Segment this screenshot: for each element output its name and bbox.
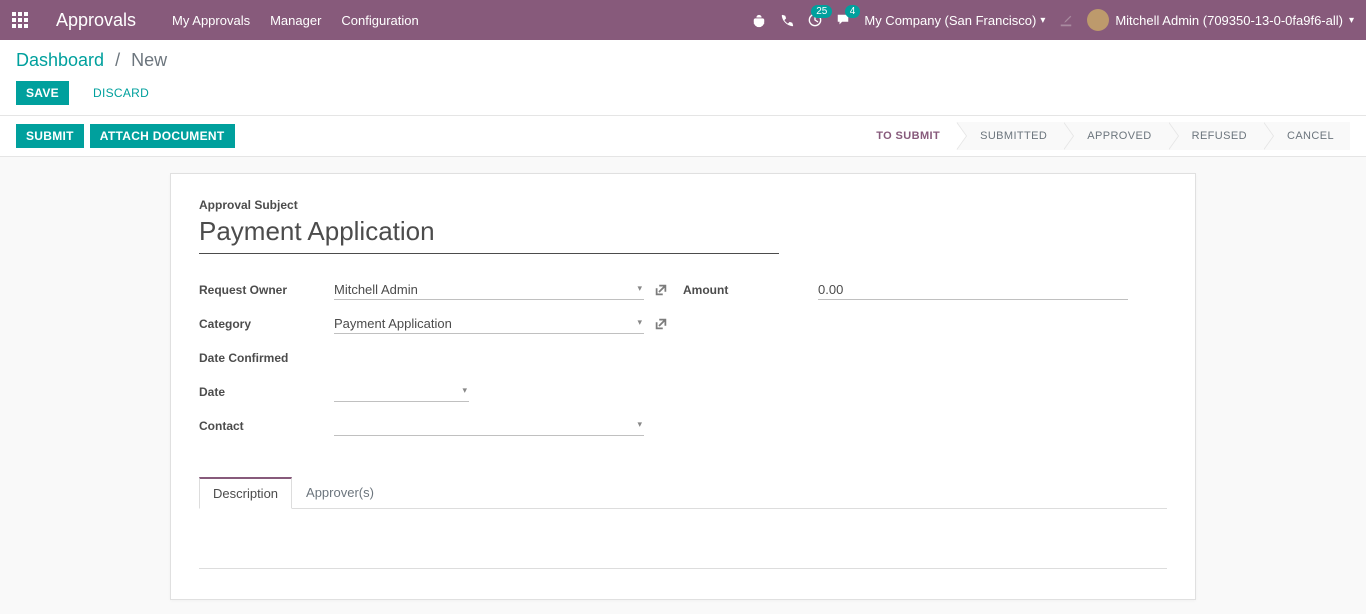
- amount-input[interactable]: [818, 280, 1128, 300]
- date-label: Date: [199, 385, 334, 399]
- request-owner-input[interactable]: [334, 280, 644, 300]
- external-link-icon[interactable]: [654, 317, 668, 332]
- attach-document-button[interactable]: ATTACH DOCUMENT: [90, 124, 235, 148]
- studio-icon[interactable]: [1059, 12, 1073, 28]
- breadcrumb-current: New: [131, 50, 167, 70]
- status-step-cancel[interactable]: CANCEL: [1263, 122, 1350, 150]
- external-link-icon[interactable]: [654, 283, 668, 298]
- status-step-to-submit[interactable]: TO SUBMIT: [860, 122, 956, 150]
- company-name: My Company (San Francisco): [864, 13, 1036, 28]
- tab-approvers[interactable]: Approver(s): [292, 477, 388, 509]
- category-label: Category: [199, 317, 334, 331]
- date-confirmed-label: Date Confirmed: [199, 351, 334, 365]
- request-owner-label: Request Owner: [199, 283, 334, 297]
- app-title: Approvals: [56, 10, 136, 31]
- phone-icon[interactable]: [780, 12, 794, 28]
- discuss-icon[interactable]: 4: [836, 13, 850, 27]
- chevron-down-icon: ▾: [1040, 15, 1045, 26]
- contact-label: Contact: [199, 419, 334, 433]
- approval-subject-input[interactable]: [199, 212, 779, 254]
- save-button[interactable]: SAVE: [16, 81, 69, 105]
- user-menu[interactable]: Mitchell Admin (709350-13-0-0fa9f6-all) …: [1087, 9, 1354, 31]
- nav-my-approvals[interactable]: My Approvals: [172, 13, 250, 28]
- amount-label: Amount: [683, 283, 818, 297]
- status-step-approved[interactable]: APPROVED: [1063, 122, 1167, 150]
- status-step-submitted[interactable]: SUBMITTED: [956, 122, 1063, 150]
- approval-subject-label: Approval Subject: [199, 198, 1167, 212]
- activities-icon[interactable]: 25: [808, 13, 822, 27]
- nav-manager[interactable]: Manager: [270, 13, 321, 28]
- submit-button[interactable]: SUBMIT: [16, 124, 84, 148]
- status-bar: TO SUBMIT SUBMITTED APPROVED REFUSED CAN…: [860, 122, 1350, 150]
- discuss-badge: 4: [845, 5, 861, 18]
- user-name: Mitchell Admin (709350-13-0-0fa9f6-all): [1115, 13, 1343, 28]
- tab-panel-description[interactable]: [199, 529, 1167, 569]
- contact-input[interactable]: [334, 416, 644, 436]
- discard-button[interactable]: DISCARD: [83, 81, 159, 105]
- avatar: [1087, 9, 1109, 31]
- breadcrumb-root[interactable]: Dashboard: [16, 50, 104, 70]
- tab-description[interactable]: Description: [199, 477, 292, 509]
- date-input[interactable]: [334, 382, 469, 402]
- breadcrumb: Dashboard / New: [16, 50, 1350, 71]
- bug-icon[interactable]: [752, 12, 766, 28]
- status-step-refused[interactable]: REFUSED: [1168, 122, 1263, 150]
- nav-configuration[interactable]: Configuration: [341, 13, 418, 28]
- activities-badge: 25: [811, 5, 832, 18]
- chevron-down-icon: ▾: [1349, 15, 1354, 26]
- category-input[interactable]: [334, 314, 644, 334]
- apps-menu-icon[interactable]: [12, 12, 28, 28]
- company-switcher[interactable]: My Company (San Francisco) ▾: [864, 13, 1045, 28]
